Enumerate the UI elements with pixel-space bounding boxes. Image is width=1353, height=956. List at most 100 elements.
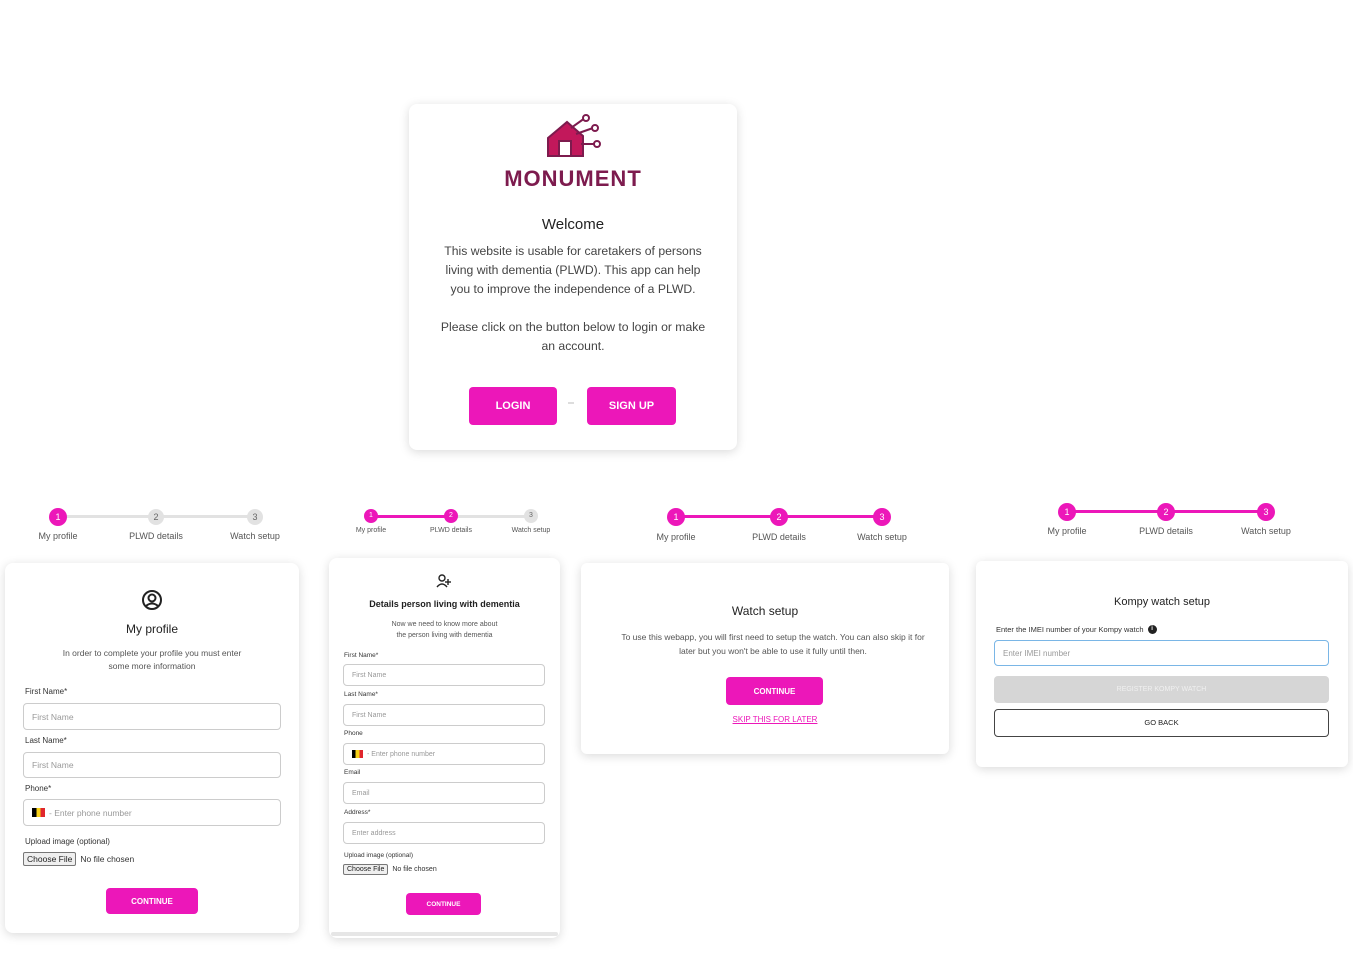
register-kompy-button[interactable]: REGISTER KOMPY WATCH [994,676,1329,703]
welcome-line: an account. [541,339,605,353]
watch-text-line: To use this webapp, you will first need … [621,632,925,642]
email-label: Email [344,769,361,776]
step-1-label: My profile [656,532,696,542]
horizontal-scrollbar[interactable] [331,932,558,936]
welcome-line: living with dementia (PLWD). This app ca… [445,263,701,277]
watch-text-line: later but you won't be able to use it fu… [679,646,867,656]
info-icon[interactable]: i [1147,625,1157,634]
phone-label: Phone [344,730,363,737]
phone-placeholder: - Enter phone number [49,807,132,818]
step-1-circle: 1 [49,508,67,526]
login-button[interactable]: LOGIN [469,387,557,425]
imei-input[interactable]: Enter IMEI number [994,640,1329,666]
imei-label: Enter the IMEI number of your Kompy watc… [996,625,1144,634]
plwd-subtitle: Now we need to know more about the perso… [339,619,550,641]
welcome-line: Please click on the button below to logi… [440,320,706,334]
continue-button[interactable]: CONTINUE [726,677,823,705]
address-input[interactable]: Enter address [343,822,545,844]
subtitle-line: some more information [108,661,196,671]
step-3-label: Watch setup [857,532,907,542]
step-2-label: PLWD details [752,532,806,542]
user-circle-icon [141,589,163,616]
welcome-line: you to improve the independence of a PLW… [450,282,696,296]
step-2-circle: 2 [444,509,458,523]
brand-name: MONUMENT [504,166,642,191]
step-2-circle: 2 [770,508,788,526]
step-2-circle: 2 [148,509,164,525]
first-name-label: First Name* [25,687,68,696]
step-3-label: Watch setup [1241,526,1291,536]
belgium-flag-icon [32,808,45,817]
stepper-watch: 1 2 3 My profile PLWD details Watch setu… [640,505,930,545]
profile-card: My profile In order to complete your pro… [5,563,299,933]
last-name-label: Last Name* [344,691,378,698]
step-2-label: PLWD details [1139,526,1193,536]
belgium-flag-icon [352,750,363,758]
button-separator [568,402,574,404]
subtitle-line: In order to complete your profile you mu… [62,648,242,658]
continue-button[interactable]: CONTINUE [106,888,198,914]
step-3-circle: 3 [524,509,538,523]
continue-button[interactable]: CONTINUE [406,893,481,915]
welcome-title: Welcome [541,216,605,233]
address-label: Address* [344,809,371,816]
welcome-line: This website is usable for caretakers of… [444,244,702,258]
step-2-circle: 2 [1157,503,1175,521]
phone-label: Phone* [25,784,52,793]
plwd-card: Details person living with dementia Now … [329,558,560,938]
go-back-button[interactable]: GO BACK [994,709,1329,737]
step-1-label: My profile [355,527,387,534]
profile-title: My profile [125,622,178,636]
last-name-input[interactable]: First Name [343,704,545,726]
phone-placeholder: - Enter phone number [367,750,436,758]
kompy-title: Kompy watch setup [1114,596,1210,608]
welcome-description: This website is usable for caretakers of… [435,242,711,299]
monument-logo [409,114,737,167]
step-1-circle: 1 [667,508,685,526]
watch-text: To use this webapp, you will first need … [597,630,949,658]
stepper-profile: 1 2 3 My profile PLWD details Watch setu… [0,505,300,545]
stepper-plwd: 1 2 3 My profile PLWD details Watch setu… [328,505,560,545]
plwd-title: Details person living with dementia [369,599,520,609]
imei-label-row: Enter the IMEI number of your Kompy watc… [996,625,1157,634]
first-name-input[interactable]: First Name [343,664,545,686]
skip-link[interactable]: SKIP THIS FOR LATER [581,715,969,724]
welcome-instruction: Please click on the button below to logi… [435,318,711,356]
welcome-card: MONUMENT Welcome This website is usable … [409,104,737,450]
upload-label: Upload image (optional) [344,852,414,859]
first-name-label: First Name* [344,652,379,659]
user-plus-icon [436,573,452,594]
choose-file-button[interactable]: Choose File [23,852,77,866]
phone-input[interactable]: - Enter phone number [343,743,545,765]
subtitle-line: the person living with dementia [396,632,493,639]
step-2-label: PLWD details [129,531,183,541]
phone-input[interactable]: - Enter phone number [23,799,281,826]
signup-button[interactable]: SIGN UP [587,387,676,425]
stepper-track [451,515,531,518]
no-file-text: No file chosen [392,866,437,873]
step-1-label: My profile [1047,526,1087,536]
file-upload: Choose File No file chosen [343,864,437,875]
step-1-circle: 1 [364,509,378,523]
step-3-label: Watch setup [511,527,551,534]
step-3-circle: 3 [1257,503,1275,521]
step-3-circle: 3 [873,508,891,526]
no-file-text: No file chosen [80,854,135,864]
stepper-track-done [371,515,451,518]
step-3-circle: 3 [247,509,263,525]
stepper-kompy: 1 2 3 My profile PLWD details Watch setu… [1020,500,1320,540]
step-3-label: Watch setup [230,531,280,541]
step-1-circle: 1 [1058,503,1076,521]
profile-subtitle: In order to complete your profile you mu… [25,647,279,673]
file-upload: Choose File No file chosen [23,852,134,866]
subtitle-line: Now we need to know more about [391,621,498,628]
email-input[interactable]: Email [343,782,545,804]
choose-file-button[interactable]: Choose File [343,864,389,875]
upload-label: Upload image (optional) [25,837,110,846]
last-name-input[interactable]: First Name [23,752,281,778]
watch-setup-card: Watch setup To use this webapp, you will… [581,563,949,754]
watch-title: Watch setup [731,604,799,618]
last-name-label: Last Name* [25,736,67,745]
first-name-input[interactable]: First Name [23,703,281,730]
step-1-label: My profile [38,531,78,541]
